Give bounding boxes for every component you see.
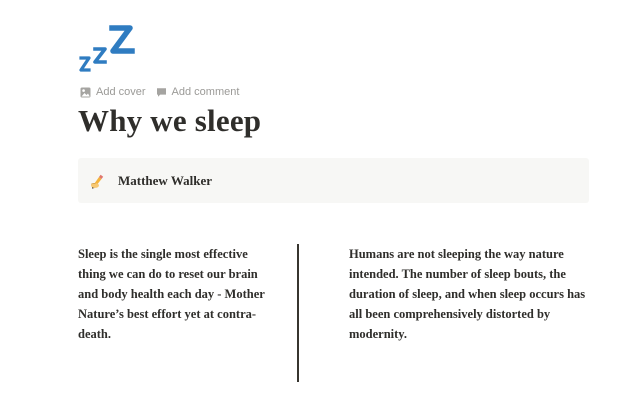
column-divider — [297, 244, 299, 382]
writing-hand-icon[interactable] — [89, 173, 105, 189]
image-icon — [80, 87, 91, 97]
add-comment-label: Add comment — [171, 86, 240, 98]
column-left-text[interactable]: Sleep is the single most effective thing… — [78, 244, 274, 344]
callout-block[interactable]: Matthew Walker — [78, 158, 589, 203]
page-actions: Add cover Add comment — [80, 86, 239, 98]
page-title[interactable]: Why we sleep — [78, 103, 261, 139]
comment-icon — [156, 87, 166, 97]
callout-text: Matthew Walker — [118, 172, 212, 188]
add-cover-button[interactable]: Add cover — [80, 86, 146, 98]
zzz-icon[interactable] — [78, 22, 138, 74]
add-comment-button[interactable]: Add comment — [156, 86, 240, 98]
add-cover-label: Add cover — [96, 86, 146, 98]
column-right-text[interactable]: Humans are not sleeping the way nature i… — [349, 244, 594, 344]
